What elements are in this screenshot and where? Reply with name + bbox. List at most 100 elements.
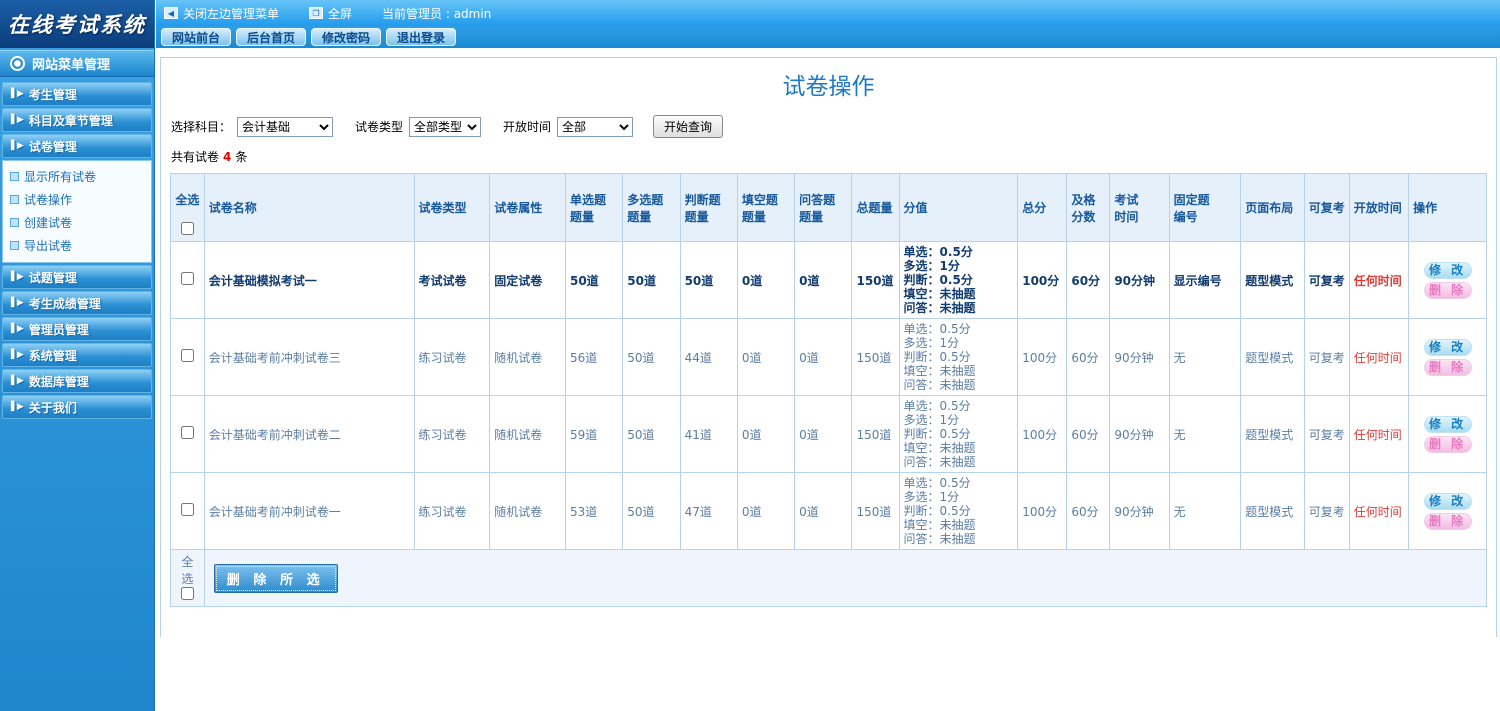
cell-total-count: 150道 <box>851 318 900 396</box>
cell-retake: 可复考 <box>1303 318 1350 396</box>
menu-arrow-icon: ▌▶ <box>11 402 24 412</box>
footer-actions-cell: 删 除 所 选 <box>203 549 1488 607</box>
sidebar-subitem[interactable]: 创建试卷 <box>3 211 151 234</box>
score-line: 单选：0.5分 <box>903 322 971 336</box>
header-total-count: 总题量 <box>851 173 900 242</box>
score-line: 多选：1分 <box>903 259 960 273</box>
delete-button[interactable]: 删 除 <box>1423 512 1472 530</box>
sidebar: 在线考试系统 网站菜单管理 ▌▶ 考生管理 ▌▶ 科目及章节管理 ▌▶ 试卷管理 显示所有试… <box>0 0 155 711</box>
cell-judge-count: 47道 <box>679 472 738 550</box>
cell-qa-count: 0道 <box>794 395 853 473</box>
sidebar-item-label: 系统管理 <box>28 348 77 363</box>
subject-label: 选择科目： <box>171 120 232 134</box>
sidebar-item[interactable]: ▌▶ 关于我们 <box>2 395 152 419</box>
fullscreen-label: 全屏 <box>328 6 353 21</box>
row-checkbox[interactable] <box>180 272 194 285</box>
tab-logout[interactable]: 退出登录 <box>386 28 457 46</box>
cell-score-values: 单选：0.5分 多选：1分 判断：0.5分 填空：未抽题 问答：未抽题 <box>898 472 1019 550</box>
score-line: 多选：1分 <box>903 413 960 427</box>
header-multi-count: 多选题 题量 <box>622 173 681 242</box>
header-paper-type: 试卷类型 <box>413 173 491 242</box>
open-time-label: 开放时间 <box>503 120 552 134</box>
delete-button[interactable]: 删 除 <box>1423 281 1472 299</box>
sidebar-item-label: 考生管理 <box>28 87 77 102</box>
cell-open-time: 任何时间 <box>1348 395 1410 473</box>
footer-select-all-checkbox[interactable] <box>180 587 194 600</box>
sidebar-nav: ▌▶ 考生管理 ▌▶ 科目及章节管理 ▌▶ 试卷管理 显示所有试卷 试卷操作 创建试卷 导出试卷 ▌… <box>0 77 154 424</box>
score-line: 多选：1分 <box>903 336 960 350</box>
delete-selected-button[interactable]: 删 除 所 选 <box>213 563 338 593</box>
cell-open-time: 任何时间 <box>1348 318 1410 396</box>
close-left-menu-button[interactable]: ◀ 关闭左边管理菜单 <box>164 5 279 22</box>
paper-type-select[interactable]: 全部类型 <box>409 116 482 137</box>
result-count: 共有试卷 4 条 <box>161 144 1496 173</box>
paper-type-label: 试卷类型 <box>355 120 404 134</box>
cell-paper-type: 练习试卷 <box>413 472 491 550</box>
row-checkbox[interactable] <box>180 349 194 362</box>
select-all-checkbox[interactable] <box>180 222 194 235</box>
sidebar-subitem[interactable]: 显示所有试卷 <box>3 165 151 188</box>
row-checkbox[interactable] <box>180 503 194 516</box>
edit-button[interactable]: 修 改 <box>1423 492 1472 510</box>
header-single-count: 单选题 题量 <box>564 173 624 242</box>
tab-site-front[interactable]: 网站前台 <box>161 28 232 46</box>
menu-arrow-icon: ▌▶ <box>11 115 24 125</box>
cell-paper-type: 练习试卷 <box>413 395 491 473</box>
score-line: 填空：未抽题 <box>903 364 976 378</box>
cell-paper-attr: 随机试卷 <box>489 395 566 473</box>
header-page-layout: 页面布局 <box>1240 173 1305 242</box>
menu-arrow-icon: ▌▶ <box>11 324 24 334</box>
paper-row: 会计基础模拟考试一 考试试卷 固定试卷 50道 50道 50道 0道 0道 150道 单选：0.5… <box>170 241 1487 319</box>
cell-total-count: 150道 <box>851 472 900 550</box>
fullscreen-button[interactable]: ❒ 全屏 <box>309 5 352 22</box>
sidebar-item[interactable]: ▌▶ 试卷管理 <box>2 134 152 158</box>
cell-multi-count: 50道 <box>622 241 681 319</box>
delete-button[interactable]: 删 除 <box>1423 358 1472 376</box>
sidebar-item[interactable]: ▌▶ 考生成绩管理 <box>2 291 152 315</box>
open-time-select[interactable]: 全部 <box>557 116 634 137</box>
score-line: 填空：未抽题 <box>903 441 976 455</box>
sidebar-item[interactable]: ▌▶ 数据库管理 <box>2 369 152 393</box>
sidebar-item-label: 科目及章节管理 <box>28 113 113 128</box>
header-retake: 可复考 <box>1303 173 1350 242</box>
cell-pass-score: 60分 <box>1066 241 1111 319</box>
header-total-score: 总分 <box>1017 173 1068 242</box>
search-button[interactable]: 开始查询 <box>653 115 724 138</box>
sidebar-subitem[interactable]: 试卷操作 <box>3 188 151 211</box>
cell-actions: 修 改删 除 <box>1408 395 1487 473</box>
edit-button[interactable]: 修 改 <box>1423 338 1472 356</box>
cell-paper-attr: 固定试卷 <box>489 241 566 319</box>
sidebar-subitem[interactable]: 导出试卷 <box>3 234 151 257</box>
score-line: 填空：未抽题 <box>903 518 976 532</box>
edit-button[interactable]: 修 改 <box>1423 415 1472 433</box>
quick-tab-bar: 网站前台 后台首页 修改密码 退出登录 <box>156 26 1500 48</box>
cell-actions: 修 改删 除 <box>1408 472 1487 550</box>
cell-paper-type: 练习试卷 <box>413 318 491 396</box>
page: 在线考试系统 网站菜单管理 ▌▶ 考生管理 ▌▶ 科目及章节管理 ▌▶ 试卷管理 显示所有试… <box>0 0 1500 711</box>
header-blank-count: 填空题 题量 <box>736 173 796 242</box>
sidebar-item[interactable]: ▌▶ 试题管理 <box>2 265 152 289</box>
cell-actions: 修 改删 除 <box>1408 318 1487 396</box>
sidebar-item[interactable]: ▌▶ 系统管理 <box>2 343 152 367</box>
tab-change-password[interactable]: 修改密码 <box>311 28 382 46</box>
sidebar-item[interactable]: ▌▶ 科目及章节管理 <box>2 108 152 132</box>
cell-score-values: 单选：0.5分 多选：1分 判断：0.5分 填空：未抽题 问答：未抽题 <box>898 395 1019 473</box>
sidebar-item[interactable]: ▌▶ 考生管理 <box>2 82 152 106</box>
cell-open-time: 任何时间 <box>1348 241 1410 319</box>
delete-button[interactable]: 删 除 <box>1423 435 1472 453</box>
cell-score-values: 单选：0.5分 多选：1分 判断：0.5分 填空：未抽题 问答：未抽题 <box>898 241 1019 319</box>
tab-admin-home[interactable]: 后台首页 <box>236 28 307 46</box>
sidebar-subitem-label: 试卷操作 <box>24 193 73 207</box>
cell-multi-count: 50道 <box>622 395 681 473</box>
edit-button[interactable]: 修 改 <box>1423 261 1472 279</box>
sidebar-item[interactable]: ▌▶ 管理员管理 <box>2 317 152 341</box>
cell-page-layout: 题型模式 <box>1240 472 1305 550</box>
cell-retake: 可复考 <box>1303 395 1350 473</box>
row-checkbox[interactable] <box>180 426 194 439</box>
sidebar-item-label: 数据库管理 <box>28 374 89 389</box>
cell-paper-name: 会计基础考前冲刺试卷一 <box>203 472 415 550</box>
cell-total-count: 150道 <box>851 395 900 473</box>
subject-select[interactable]: 会计基础 <box>237 116 334 137</box>
cell-paper-name: 会计基础考前冲刺试卷二 <box>203 395 415 473</box>
cell-duration: 90分钟 <box>1109 318 1170 396</box>
